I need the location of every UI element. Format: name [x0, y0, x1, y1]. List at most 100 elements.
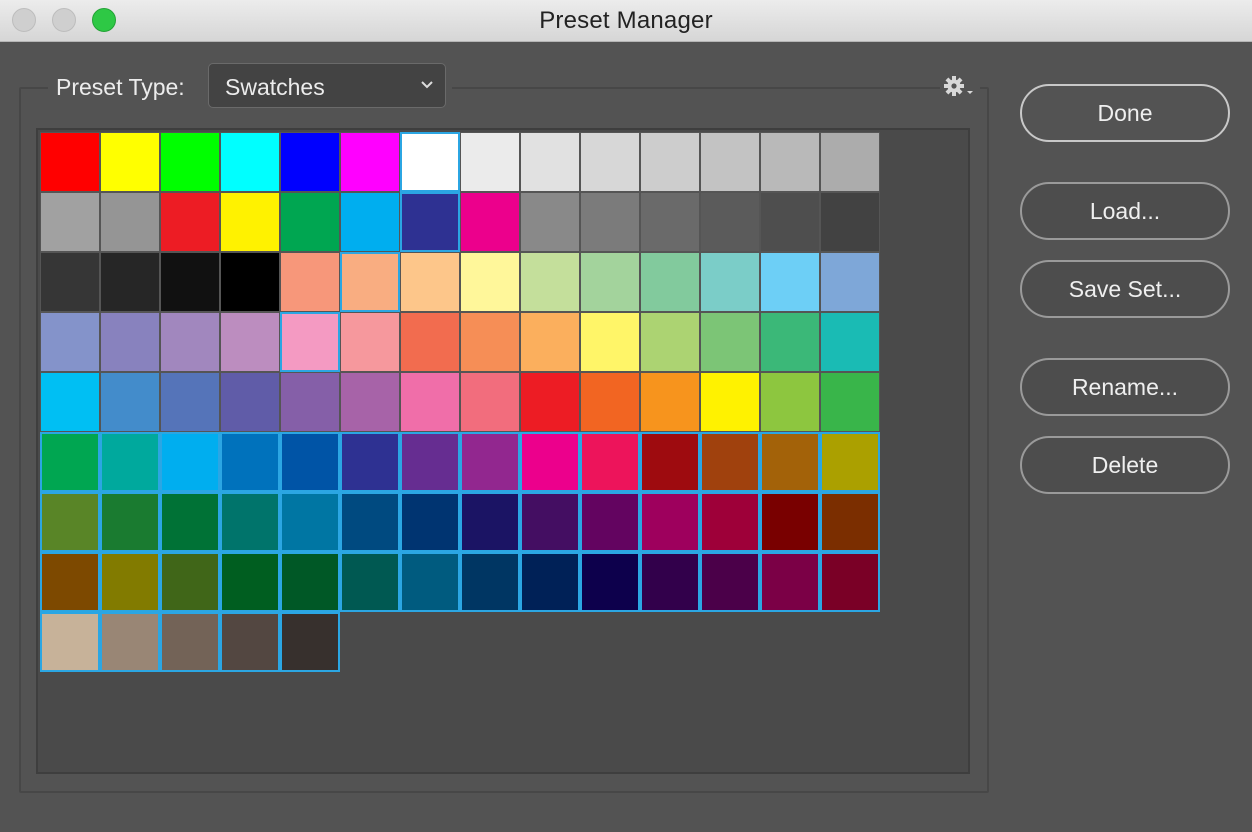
swatch[interactable]	[400, 552, 460, 612]
swatch[interactable]	[820, 192, 880, 252]
swatch[interactable]	[580, 192, 640, 252]
swatch[interactable]	[640, 432, 700, 492]
swatch[interactable]	[220, 612, 280, 672]
swatch[interactable]	[700, 312, 760, 372]
swatch[interactable]	[160, 552, 220, 612]
swatch[interactable]	[580, 312, 640, 372]
swatch[interactable]	[700, 552, 760, 612]
swatch[interactable]	[280, 132, 340, 192]
swatch[interactable]	[520, 132, 580, 192]
swatch[interactable]	[760, 312, 820, 372]
swatch[interactable]	[100, 552, 160, 612]
swatch[interactable]	[640, 492, 700, 552]
swatch[interactable]	[280, 312, 340, 372]
swatch[interactable]	[760, 372, 820, 432]
save-set-button[interactable]: Save Set...	[1020, 260, 1230, 318]
settings-menu-button[interactable]	[940, 72, 980, 102]
swatch[interactable]	[400, 432, 460, 492]
swatch[interactable]	[280, 192, 340, 252]
swatch[interactable]	[520, 372, 580, 432]
rename-button[interactable]: Rename...	[1020, 358, 1230, 416]
swatch[interactable]	[220, 372, 280, 432]
swatch[interactable]	[40, 132, 100, 192]
swatch[interactable]	[520, 552, 580, 612]
swatch[interactable]	[760, 492, 820, 552]
swatch[interactable]	[460, 312, 520, 372]
swatch[interactable]	[640, 192, 700, 252]
swatch[interactable]	[820, 552, 880, 612]
swatch[interactable]	[280, 552, 340, 612]
swatch[interactable]	[40, 252, 100, 312]
swatch[interactable]	[700, 252, 760, 312]
swatch[interactable]	[700, 432, 760, 492]
preset-type-select[interactable]: Swatches	[208, 63, 446, 108]
swatch[interactable]	[160, 612, 220, 672]
swatch[interactable]	[640, 312, 700, 372]
swatch[interactable]	[460, 192, 520, 252]
swatch[interactable]	[40, 612, 100, 672]
swatch[interactable]	[400, 372, 460, 432]
swatch[interactable]	[100, 372, 160, 432]
swatch[interactable]	[760, 552, 820, 612]
swatch[interactable]	[340, 312, 400, 372]
swatch[interactable]	[220, 192, 280, 252]
swatch-panel[interactable]	[36, 128, 970, 774]
swatch[interactable]	[700, 132, 760, 192]
swatch[interactable]	[580, 492, 640, 552]
swatch[interactable]	[580, 432, 640, 492]
swatch[interactable]	[760, 192, 820, 252]
swatch[interactable]	[280, 252, 340, 312]
swatch[interactable]	[160, 192, 220, 252]
swatch[interactable]	[460, 132, 520, 192]
swatch[interactable]	[520, 492, 580, 552]
swatch[interactable]	[640, 132, 700, 192]
swatch[interactable]	[280, 432, 340, 492]
swatch[interactable]	[400, 192, 460, 252]
swatch[interactable]	[460, 492, 520, 552]
swatch[interactable]	[340, 192, 400, 252]
swatch[interactable]	[100, 492, 160, 552]
swatch[interactable]	[580, 132, 640, 192]
swatch[interactable]	[100, 312, 160, 372]
swatch[interactable]	[820, 492, 880, 552]
swatch[interactable]	[220, 312, 280, 372]
swatch[interactable]	[100, 192, 160, 252]
swatch[interactable]	[580, 552, 640, 612]
swatch[interactable]	[160, 132, 220, 192]
swatch[interactable]	[40, 312, 100, 372]
swatch[interactable]	[640, 552, 700, 612]
swatch[interactable]	[40, 372, 100, 432]
swatch[interactable]	[760, 432, 820, 492]
swatch[interactable]	[220, 492, 280, 552]
swatch[interactable]	[220, 552, 280, 612]
done-button[interactable]: Done	[1020, 84, 1230, 142]
swatch[interactable]	[280, 612, 340, 672]
swatch[interactable]	[340, 492, 400, 552]
swatch[interactable]	[160, 252, 220, 312]
swatch[interactable]	[100, 252, 160, 312]
swatch[interactable]	[520, 252, 580, 312]
swatch[interactable]	[220, 132, 280, 192]
swatch[interactable]	[820, 432, 880, 492]
swatch[interactable]	[100, 612, 160, 672]
swatch[interactable]	[220, 252, 280, 312]
swatch[interactable]	[460, 252, 520, 312]
swatch[interactable]	[400, 132, 460, 192]
swatch[interactable]	[280, 372, 340, 432]
swatch[interactable]	[460, 372, 520, 432]
swatch[interactable]	[640, 372, 700, 432]
swatch[interactable]	[340, 552, 400, 612]
load-button[interactable]: Load...	[1020, 182, 1230, 240]
swatch[interactable]	[160, 492, 220, 552]
swatch[interactable]	[640, 252, 700, 312]
swatch[interactable]	[520, 192, 580, 252]
swatch[interactable]	[400, 492, 460, 552]
swatch[interactable]	[340, 252, 400, 312]
swatch[interactable]	[520, 432, 580, 492]
swatch[interactable]	[40, 552, 100, 612]
swatch[interactable]	[700, 372, 760, 432]
swatch[interactable]	[340, 372, 400, 432]
swatch[interactable]	[580, 372, 640, 432]
swatch[interactable]	[760, 132, 820, 192]
swatch[interactable]	[460, 432, 520, 492]
